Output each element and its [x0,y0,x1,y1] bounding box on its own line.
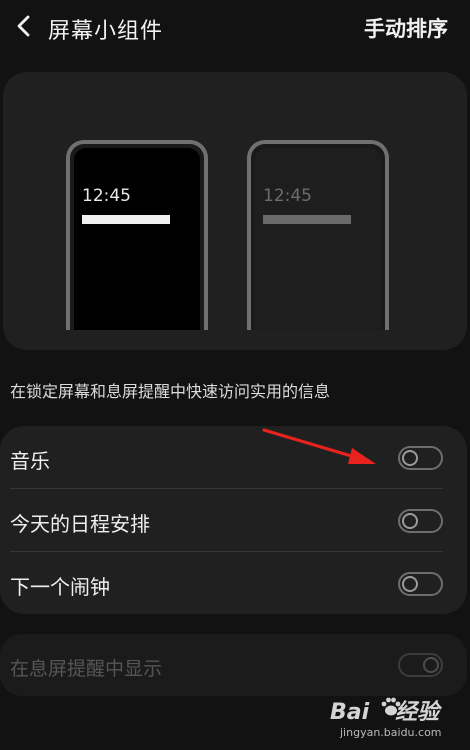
widgets-settings-page: 屏幕小组件 手动排序 12:45 12:45 在锁定屏幕和息屏提醒中快速访问实用… [0,0,470,750]
music-toggle[interactable] [398,446,443,470]
page-title: 屏幕小组件 [48,19,164,44]
aod-display-toggle [398,653,443,677]
toggle-knob [402,450,418,466]
list-item-schedule[interactable]: 今天的日程安排 [0,489,467,551]
manual-sort-button[interactable]: 手动排序 [364,13,448,43]
preview-time: 12:45 [263,186,312,206]
chevron-left-icon [17,15,30,37]
widget-list: 音乐 今天的日程安排 下一个闹钟 [0,426,467,614]
aod-display-label: 在息屏提醒中显示 [10,658,163,680]
watermark-url: jingyan.baidu.com [340,726,442,739]
preview-widget-bar [263,215,351,224]
preview-widget-bar [82,215,170,224]
widget-preview-card: 12:45 12:45 [3,72,467,350]
preview-time: 12:45 [82,186,131,206]
list-item-label: 音乐 [10,449,50,473]
phone-screen: 12:45 [74,148,200,330]
toggle-knob [402,513,418,529]
description-text: 在锁定屏幕和息屏提醒中快速访问实用的信息 [10,382,331,401]
list-item-alarm[interactable]: 下一个闹钟 [0,552,467,614]
aod-preview: 12:45 [247,140,389,330]
baidu-watermark: Bai 经验 jingyan.baidu.com [330,692,466,746]
back-button[interactable] [10,12,38,40]
lock-screen-preview: 12:45 [66,140,208,330]
watermark-logo-text: Bai [330,700,370,725]
list-item-label: 下一个闹钟 [10,575,110,599]
paw-icon [381,697,401,716]
list-item-label: 今天的日程安排 [10,512,150,536]
schedule-toggle[interactable] [398,509,443,533]
toggle-knob [423,657,439,673]
aod-display-row: 在息屏提醒中显示 [0,634,467,696]
alarm-toggle[interactable] [398,572,443,596]
phone-screen: 12:45 [255,148,381,330]
header-bar: 屏幕小组件 手动排序 [0,0,470,54]
toggle-knob [402,576,418,592]
list-item-music[interactable]: 音乐 [0,426,467,488]
